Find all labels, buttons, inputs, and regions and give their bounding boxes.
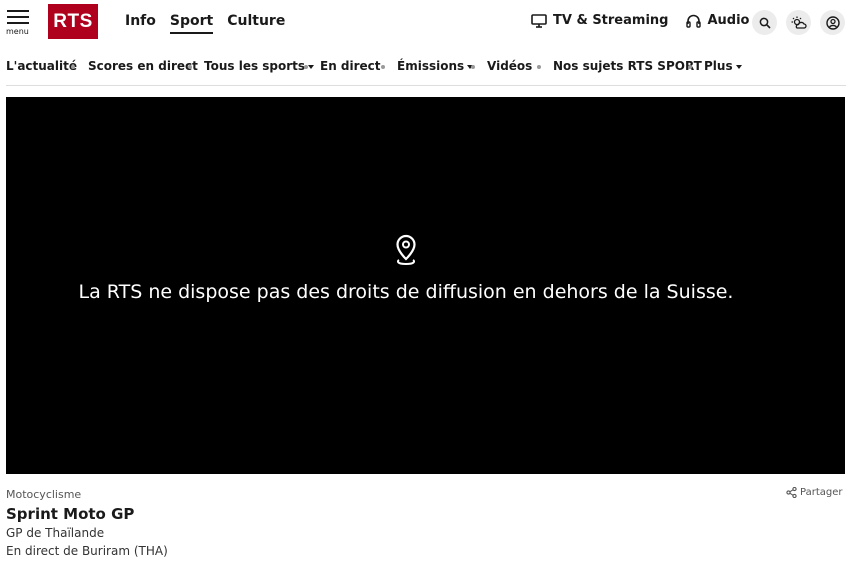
subnav-item-plus[interactable]: Plus [704, 59, 742, 73]
tv-icon [531, 13, 547, 28]
subnav-item-tous-les-sports[interactable]: Tous les sports [204, 59, 315, 73]
geoblock-message: La RTS ne dispose pas des droits de diff… [78, 281, 734, 303]
subnav-item-label: Plus [704, 59, 733, 73]
subnav-item-videos[interactable]: Vidéos [487, 59, 532, 73]
share-icon [786, 487, 797, 498]
subnav-item-label: Émissions [397, 59, 465, 73]
headphones-icon [686, 14, 702, 28]
subnav-item-en-direct[interactable]: En direct [320, 59, 381, 73]
category-label[interactable]: Motocyclisme [6, 488, 81, 501]
weather-icon [791, 16, 807, 29]
hamburger-icon [7, 10, 29, 12]
search-button[interactable] [752, 10, 777, 35]
subnav-item-scores[interactable]: Scores en direct [88, 59, 198, 73]
audio-label: Audio [707, 13, 750, 28]
main-nav: Info Sport Culture [125, 13, 299, 34]
header-divider [6, 85, 846, 86]
location-pin-icon [396, 234, 416, 266]
subnav-separator [188, 65, 192, 69]
subnav-item-nos-sujets[interactable]: Nos sujets RTS SPORT [553, 59, 702, 73]
nav-sport[interactable]: Sport [169, 13, 214, 34]
audio-link[interactable]: Audio [686, 13, 749, 28]
share-label: Partager [800, 487, 843, 498]
menu-label: menu [6, 27, 29, 36]
subnav-item-label: Tous les sports [204, 59, 306, 73]
subnav-separator [304, 65, 308, 69]
subnav-separator [71, 65, 75, 69]
hamburger-icon-bar [7, 16, 29, 18]
weather-button[interactable] [786, 10, 811, 35]
chevron-down-icon [308, 64, 315, 69]
tv-streaming-label: TV & Streaming [553, 13, 669, 28]
subnav-item-actualite[interactable]: L'actualité [6, 59, 77, 73]
rts-logo[interactable]: RTS [48, 4, 98, 39]
right-nav: TV & Streaming Audio [531, 13, 767, 28]
account-icon [825, 15, 840, 30]
subnav-separator [471, 65, 475, 69]
program-title: Sprint Moto GP [6, 505, 135, 523]
subnav-separator [381, 65, 385, 69]
nav-info[interactable]: Info [125, 13, 156, 34]
program-location: En direct de Buriram (THA) [6, 544, 168, 558]
tv-streaming-link[interactable]: TV & Streaming [531, 13, 668, 28]
chevron-down-icon [735, 64, 742, 69]
share-button[interactable]: Partager [786, 487, 842, 498]
top-header: menu RTS Info Sport Culture TV & Streami… [0, 0, 850, 44]
subnav-separator [688, 65, 692, 69]
account-button[interactable] [820, 10, 845, 35]
sport-subnav: L'actualité Scores en direct Tous les sp… [0, 58, 850, 78]
subnav-separator [537, 65, 541, 69]
search-icon [759, 17, 771, 29]
subnav-item-emissions[interactable]: Émissions [397, 59, 474, 73]
hamburger-icon-bar [7, 22, 29, 24]
menu-button[interactable]: menu [6, 10, 32, 36]
nav-culture[interactable]: Culture [227, 13, 285, 34]
video-player[interactable]: La RTS ne dispose pas des droits de diff… [6, 97, 845, 474]
program-subtitle: GP de Thaïlande [6, 526, 105, 540]
